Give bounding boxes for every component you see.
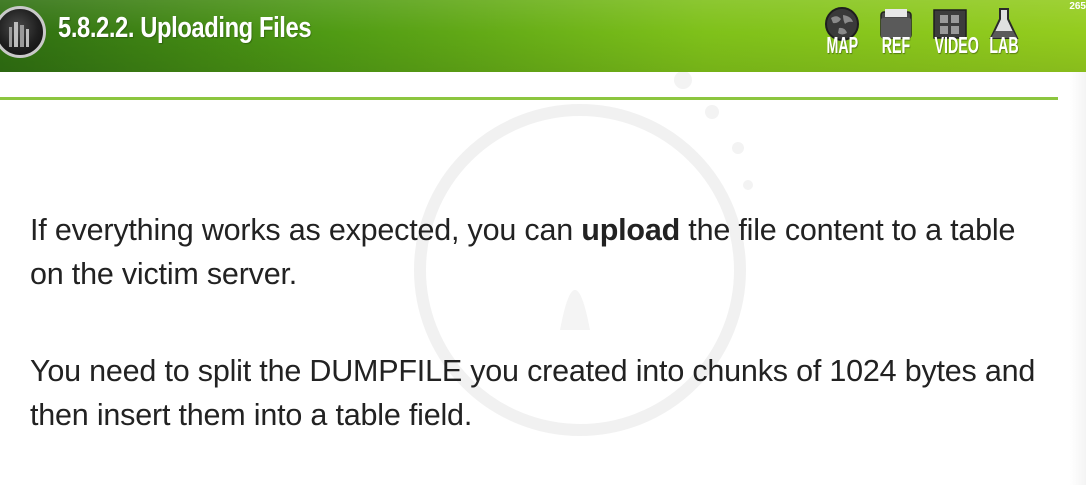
para1-text-before: If everything works as expected, you can	[30, 213, 582, 247]
para1-bold-upload: upload	[581, 213, 681, 247]
nav-lab-button[interactable]: LAB	[979, 2, 1029, 68]
paragraph-split-dumpfile: You need to split the DUMPFILE you creat…	[30, 354, 1036, 432]
nav-ref-label: REF	[881, 32, 911, 58]
header-bar: 5.8.2.2. Uploading Files MAP REF VIDEO L…	[0, 0, 1086, 72]
page-title: 5.8.2.2. Uploading Files	[58, 12, 312, 44]
nav-video-button[interactable]: VIDEO	[925, 2, 979, 68]
page-number: 265	[1069, 1, 1086, 12]
nav-ref-button[interactable]: REF	[871, 2, 921, 68]
right-edge-shadow	[1070, 72, 1086, 485]
slide-content: If everything works as expected, you can…	[30, 208, 1040, 485]
nav-lab-label: LAB	[989, 32, 1019, 58]
nav-map-label: MAP	[826, 32, 859, 58]
nav-map-button[interactable]: MAP	[817, 2, 867, 68]
paragraph-upload: If everything works as expected, you can…	[30, 208, 1040, 296]
header-divider	[0, 97, 1058, 100]
nav-video-label: VIDEO	[934, 32, 979, 58]
